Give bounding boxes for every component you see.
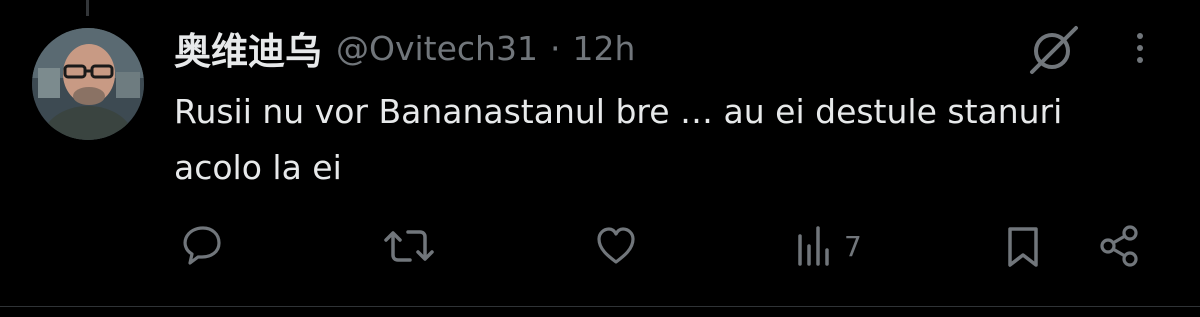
reply-button[interactable]: [178, 218, 224, 274]
thread-connector-line: [86, 0, 89, 16]
views-button[interactable]: 7: [794, 218, 862, 274]
retweet-icon: [384, 230, 434, 262]
timestamp[interactable]: 12h: [572, 29, 635, 68]
reply-icon: [183, 226, 221, 265]
views-icon: [798, 226, 829, 266]
display-name[interactable]: 奥维迪乌: [174, 21, 322, 75]
tweet-actions: 7: [0, 218, 1200, 274]
bookmark-icon: [1008, 227, 1038, 267]
separator-dot: ·: [549, 28, 561, 68]
like-button[interactable]: [594, 218, 638, 274]
share-icon: [1100, 225, 1138, 267]
tweet-divider: [0, 306, 1200, 307]
avatar[interactable]: [32, 28, 144, 140]
grok-icon[interactable]: [1026, 22, 1082, 76]
share-button[interactable]: [1096, 218, 1142, 274]
heart-icon: [597, 227, 635, 264]
tweet-header: 奥维迪乌 @Ovitech31 · 12h: [174, 21, 635, 75]
retweet-button[interactable]: [382, 218, 436, 274]
avatar-photo: [32, 28, 144, 140]
bookmark-button[interactable]: [1004, 218, 1042, 274]
more-options-icon[interactable]: [1126, 26, 1154, 70]
tweet-text: Rusii nu vor Bananastanul bre … au ei de…: [174, 92, 1063, 187]
user-handle[interactable]: @Ovitech31: [336, 29, 538, 68]
views-count: 7: [844, 229, 862, 263]
